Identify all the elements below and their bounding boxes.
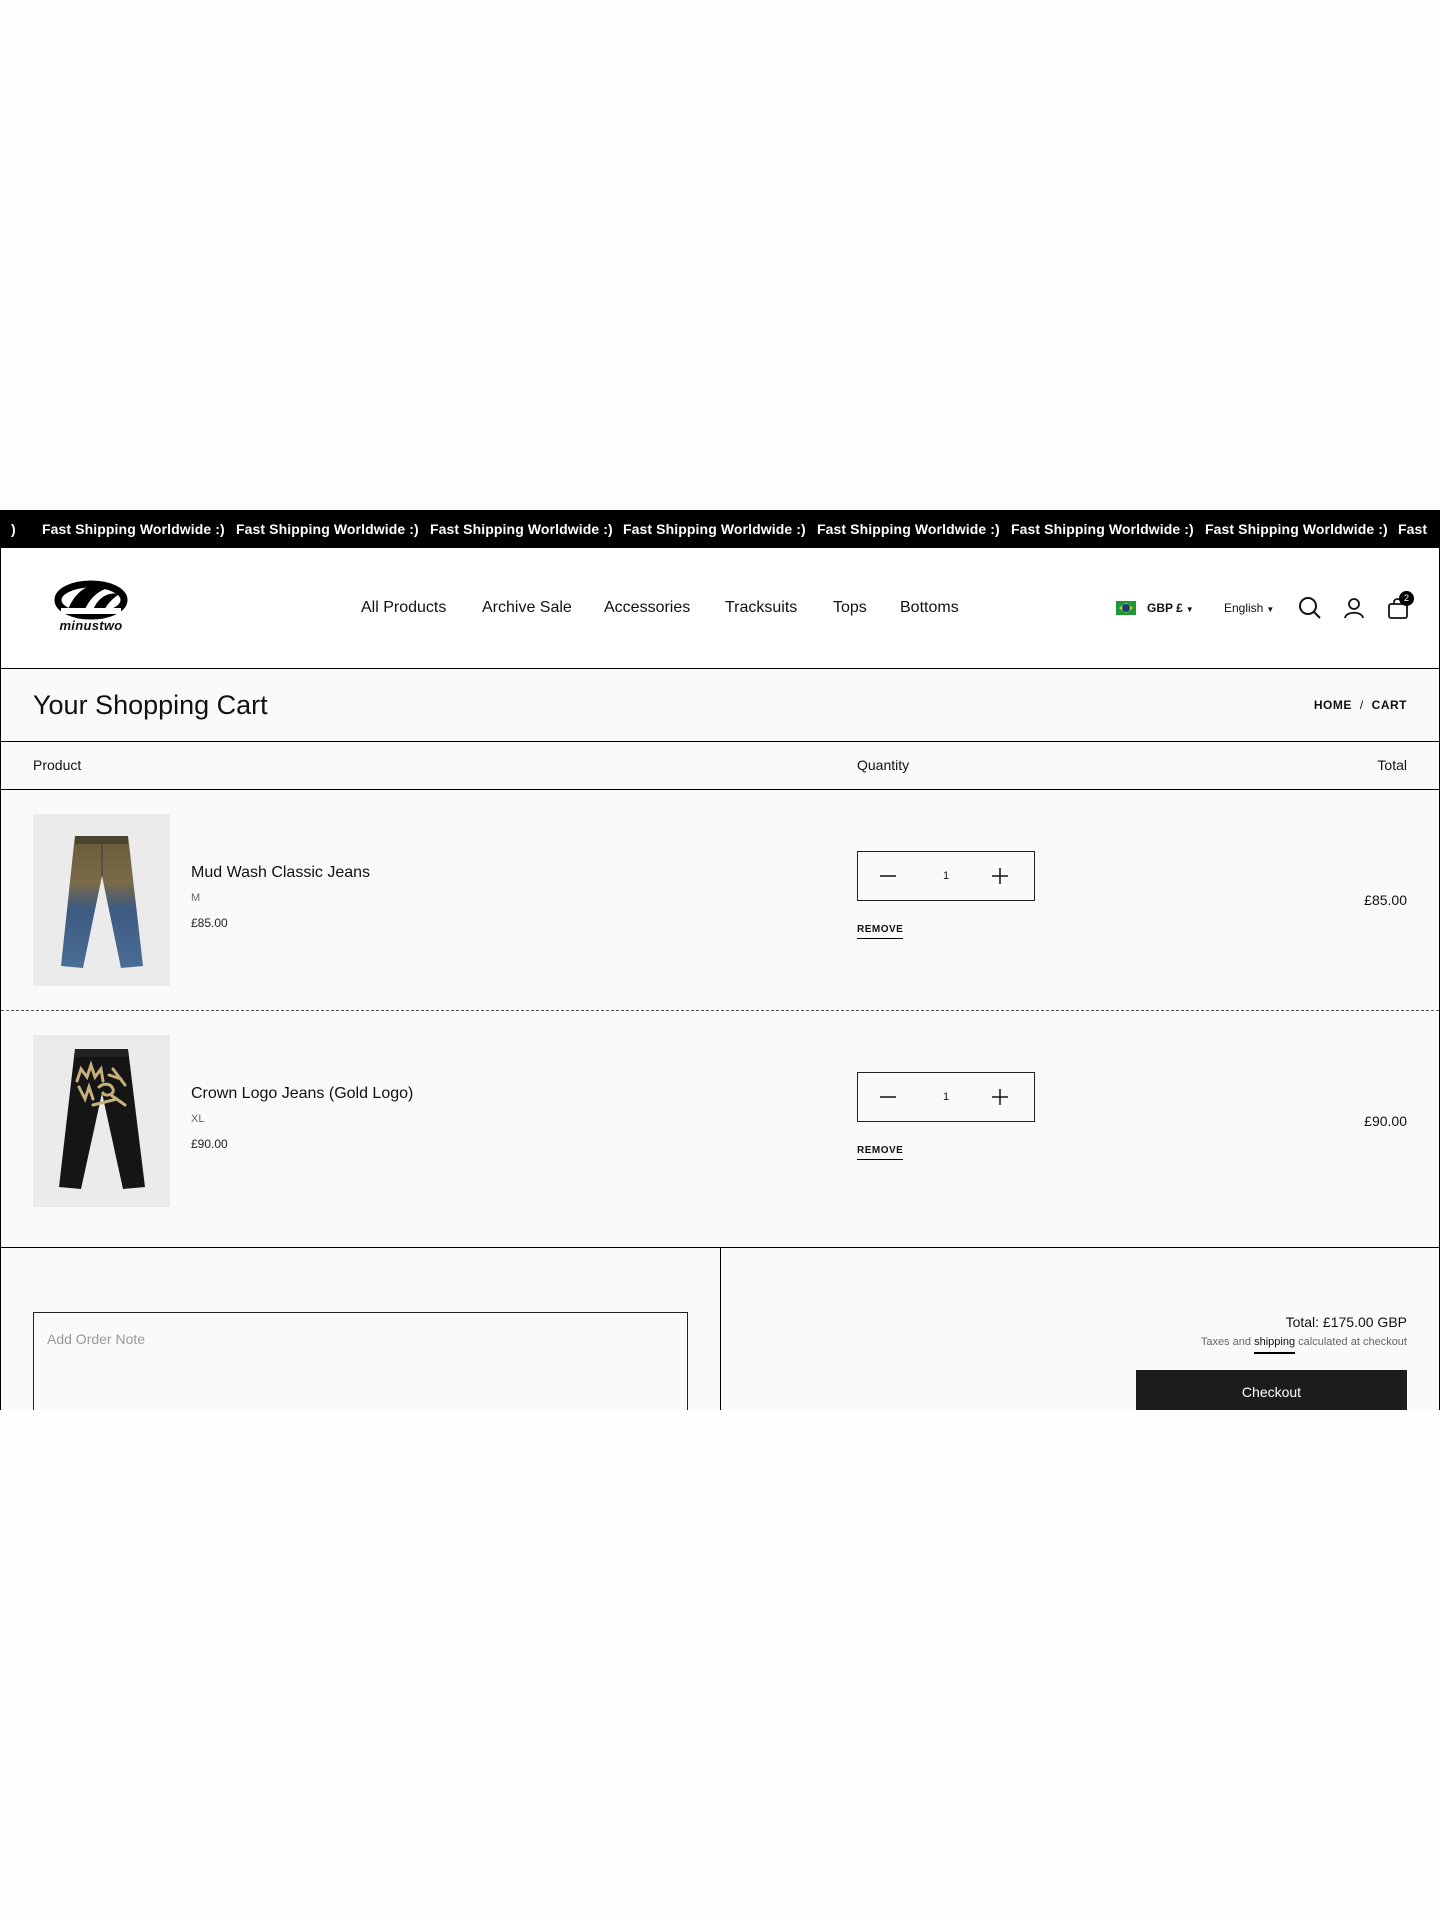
breadcrumb: HOME / CART [1314,669,1407,741]
breadcrumb-current: CART [1371,698,1407,712]
page-title: Your Shopping Cart [33,690,268,720]
cart-page: ) Fast Shipping Worldwide :) Fast Shippi… [0,510,1440,1410]
quantity-value[interactable]: 1 [928,1073,964,1121]
remove-button[interactable]: REMOVE [857,924,904,939]
checkout-button[interactable]: Checkout [1136,1370,1407,1410]
column-quantity: Quantity [857,757,910,773]
nav-all-products[interactable]: All Products [361,548,446,668]
minus-icon[interactable] [878,866,898,886]
footer-divider [720,1248,721,1410]
product-variant: XL [191,1113,205,1125]
language-label: English [1224,601,1264,615]
quantity-value[interactable]: 1 [928,852,964,900]
remove-button[interactable]: REMOVE [857,1145,904,1160]
tax-note: Taxes and shipping calculated at checkou… [1200,1336,1407,1354]
announcement-fragment: ) [11,521,16,537]
logo-mark-icon [54,580,128,620]
breadcrumb-home[interactable]: HOME [1314,698,1352,712]
line-total: £85.00 [1364,892,1407,908]
announcement-item: Fast Shipping Worldwide :) [1205,521,1388,537]
plus-icon[interactable] [990,1087,1010,1107]
product-price: £85.00 [191,916,228,930]
caret-down-icon: ▼ [1185,605,1194,614]
search-icon[interactable] [1298,596,1322,620]
cart-footer: Add Order Note Total: £175.00 GBP Taxes … [0,1248,1440,1410]
nav-tops[interactable]: Tops [833,548,867,668]
announcement-item: Fast [1398,521,1428,537]
language-selector[interactable]: English ▼ [1224,548,1274,668]
nav-bottoms[interactable]: Bottoms [900,548,959,668]
tax-suffix: calculated at checkout [1298,1336,1407,1348]
announcement-item: Fast Shipping Worldwide :) [430,521,613,537]
nav-tracksuits[interactable]: Tracksuits [725,548,797,668]
announcement-item: Fast Shipping Worldwide :) [1011,521,1194,537]
nav-archive-sale[interactable]: Archive Sale [482,548,572,668]
logo-text: minustwo [59,618,123,633]
column-total: Total [1377,757,1407,773]
announcement-item: Fast Shipping Worldwide :) [817,521,1000,537]
order-note-placeholder: Add Order Note [47,1331,146,1347]
minus-icon[interactable] [878,1087,898,1107]
cart-item-row: Crown Logo Jeans (Gold Logo) XL £90.00 1… [1,1011,1439,1231]
quantity-stepper: 1 [857,851,1035,901]
line-total: £90.00 [1364,1113,1407,1129]
site-header: minustwo All Products Archive Sale Acces… [0,548,1440,669]
shipping-link[interactable]: shipping [1254,1336,1296,1354]
cart-table-header: Product Quantity Total [0,742,1440,790]
cart-total: Total: £175.00 GBP [1285,1314,1407,1330]
product-image[interactable] [33,814,170,986]
product-price: £90.00 [191,1137,228,1151]
breadcrumb-separator: / [1359,698,1364,712]
order-note-field[interactable]: Add Order Note [33,1312,688,1410]
product-image[interactable] [33,1035,170,1207]
site-logo[interactable]: minustwo [53,578,129,638]
quantity-stepper: 1 [857,1072,1035,1122]
column-product: Product [33,757,82,773]
tax-prefix: Taxes and [1200,1336,1252,1348]
announcement-item: Fast Shipping Worldwide :) [623,521,806,537]
plus-icon[interactable] [990,866,1010,886]
announcement-item: Fast Shipping Worldwide :) [236,521,419,537]
cart-item-row: Mud Wash Classic Jeans M £85.00 1 REMOVE… [1,790,1439,1011]
nav-accessories[interactable]: Accessories [604,548,690,668]
cart-count-badge: 2 [1399,591,1414,606]
page-title-bar: Your Shopping Cart HOME / CART [0,669,1440,742]
cart-items: Mud Wash Classic Jeans M £85.00 1 REMOVE… [0,790,1440,1248]
announcement-item: Fast Shipping Worldwide :) [42,521,225,537]
caret-down-icon: ▼ [1266,605,1275,614]
account-icon[interactable] [1342,596,1366,620]
product-name[interactable]: Crown Logo Jeans (Gold Logo) [191,1085,413,1103]
product-name[interactable]: Mud Wash Classic Jeans [191,864,370,882]
currency-label: GBP £ [1147,601,1183,615]
announcement-bar: ) Fast Shipping Worldwide :) Fast Shippi… [0,510,1440,548]
product-variant: M [191,892,201,904]
currency-selector[interactable]: GBP £ ▼ [1147,548,1194,668]
brazil-flag-icon [1116,601,1136,615]
